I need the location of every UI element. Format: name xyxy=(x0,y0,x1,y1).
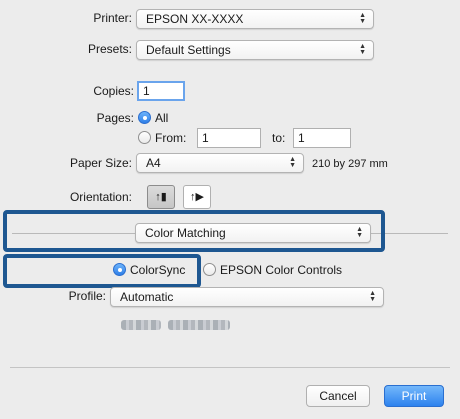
paper-size-popup[interactable]: A4 ▲ ▼ xyxy=(136,153,304,173)
chevron-updown-icon: ▲ ▼ xyxy=(359,43,366,56)
pages-to-field[interactable]: 1 xyxy=(293,128,351,148)
presets-value: Default Settings xyxy=(146,43,231,57)
profile-description-blurred xyxy=(168,320,230,330)
cancel-button[interactable]: Cancel xyxy=(306,385,370,407)
portrait-orientation-button[interactable]: ↑▮ xyxy=(147,185,175,209)
paper-size-value: A4 xyxy=(146,156,161,170)
pages-label: Pages: xyxy=(96,111,134,125)
pages-to-label: to: xyxy=(272,131,286,145)
pages-from-label: From: xyxy=(155,131,187,145)
profile-popup[interactable]: Automatic ▲ ▼ xyxy=(110,287,384,307)
profile-description-blurred xyxy=(121,320,161,330)
print-button[interactable]: Print xyxy=(384,385,444,407)
portrait-icon: ↑▮ xyxy=(155,191,167,203)
paper-dimensions: 210 by 297 mm xyxy=(312,158,388,170)
pages-from-field[interactable]: 1 xyxy=(197,128,261,148)
profile-value: Automatic xyxy=(120,290,174,304)
epson-color-controls-radio[interactable] xyxy=(203,263,216,276)
epson-color-controls-label: EPSON Color Controls xyxy=(220,263,343,277)
copies-label: Copies: xyxy=(93,84,134,98)
pages-all-radio[interactable] xyxy=(138,111,151,124)
presets-label: Presets: xyxy=(87,42,132,56)
chevron-updown-icon: ▲ ▼ xyxy=(289,156,296,169)
presets-popup[interactable]: Default Settings ▲ ▼ xyxy=(136,40,374,60)
landscape-orientation-button[interactable]: ↑▶ xyxy=(183,185,211,209)
chevron-updown-icon: ▲ ▼ xyxy=(369,290,376,303)
panel-highlight-box xyxy=(3,210,385,252)
printer-popup[interactable]: EPSON XX-XXXX ▲ ▼ xyxy=(136,9,374,29)
orientation-label: Orientation: xyxy=(69,190,132,204)
landscape-icon: ↑▶ xyxy=(190,191,204,203)
copies-field[interactable]: 1 xyxy=(137,81,185,101)
pages-from-radio[interactable] xyxy=(138,131,151,144)
printer-value: EPSON XX-XXXX xyxy=(146,12,244,26)
colorsync-highlight-box xyxy=(3,254,201,288)
bottom-separator xyxy=(10,367,450,368)
printer-label: Printer: xyxy=(93,11,132,25)
paper-size-label: Paper Size: xyxy=(69,156,132,170)
chevron-updown-icon: ▲ ▼ xyxy=(359,12,366,25)
pages-all-label: All xyxy=(155,111,169,125)
profile-label: Profile: xyxy=(68,289,106,303)
